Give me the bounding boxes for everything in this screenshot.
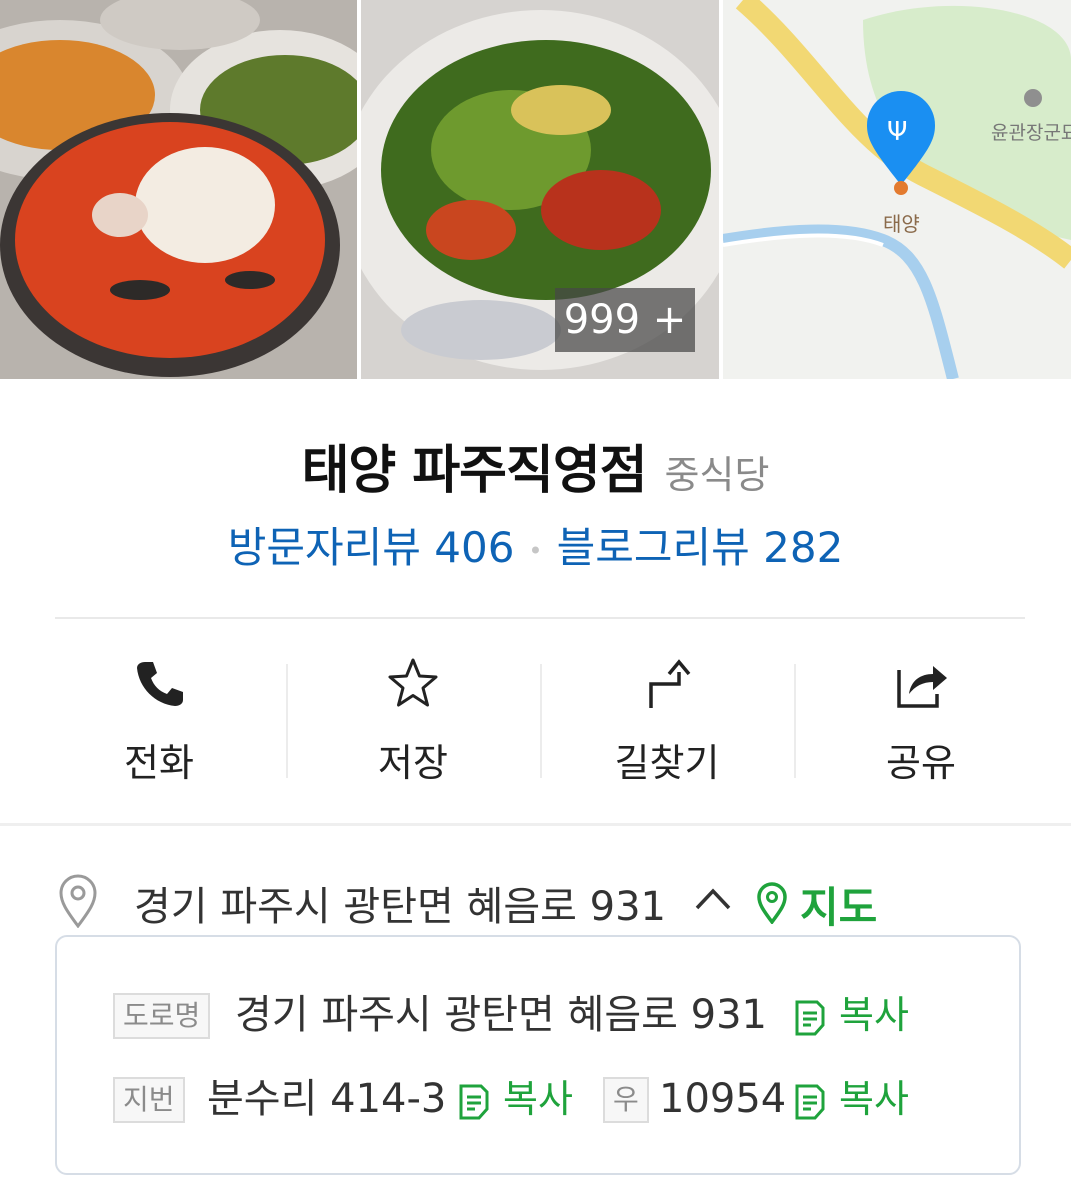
map-landmark-label: 윤관장군묘: [991, 122, 1071, 144]
location-pin-icon: [59, 874, 97, 928]
map-link-label: 지도: [800, 883, 878, 932]
share-button[interactable]: 공유: [794, 640, 1048, 800]
directions-button[interactable]: 길찾기: [540, 640, 794, 800]
address-summary: 경기 파주시 광탄면 혜음로 931: [134, 884, 667, 930]
chevron-up-icon[interactable]: [694, 886, 732, 912]
directions-label: 길찾기: [614, 741, 720, 785]
lot-address-tag: 지번: [113, 1077, 185, 1123]
copy-icon: [795, 1084, 825, 1120]
share-label: 공유: [886, 741, 956, 785]
copy-label: 복사: [503, 1077, 573, 1121]
place-header: 태양 파주직영점 중식당: [0, 428, 1071, 503]
review-separator: •: [528, 536, 543, 565]
copy-label: 복사: [839, 993, 909, 1037]
copy-road-address-button[interactable]: 복사: [793, 987, 923, 1043]
save-label: 저장: [378, 741, 448, 785]
photo-count-badge[interactable]: 999 +: [555, 288, 695, 352]
food-photo-jjamppong[interactable]: [0, 0, 357, 379]
zip-code-tag: 우: [603, 1077, 649, 1123]
save-button[interactable]: 저장: [286, 640, 540, 800]
place-name: 태양 파주직영점: [301, 441, 648, 501]
blog-review-link[interactable]: 블로그리뷰 282: [557, 523, 844, 572]
call-button[interactable]: 전화: [32, 640, 286, 800]
directions-icon: [649, 659, 691, 708]
copy-zip-code-button[interactable]: 복사: [793, 1071, 923, 1127]
action-bar: 전화 저장 길찾기 공유: [32, 640, 1048, 800]
svg-text:Ψ: Ψ: [887, 117, 907, 147]
map-thumbnail[interactable]: Ψ 태양 윤관장군묘: [723, 0, 1071, 379]
copy-icon: [795, 1000, 825, 1036]
copy-lot-address-button[interactable]: 복사: [457, 1071, 587, 1127]
divider: [55, 617, 1025, 619]
lot-address-value: 분수리 414-3: [207, 1076, 447, 1122]
share-icon: [897, 666, 947, 708]
photo-gallery: 999 + Ψ 태양 윤관장군묘: [0, 0, 1071, 379]
visitor-review-link[interactable]: 방문자리뷰 406: [228, 523, 515, 572]
copy-label: 복사: [839, 1077, 909, 1121]
road-address-value: 경기 파주시 광탄면 혜음로 931: [235, 992, 768, 1038]
section-divider: [0, 823, 1071, 826]
review-links: 방문자리뷰 406 • 블로그리뷰 282: [0, 514, 1071, 575]
road-address-tag: 도로명: [113, 993, 211, 1039]
call-label: 전화: [124, 741, 194, 785]
address-row[interactable]: 경기 파주시 광탄면 혜음로 931 지도: [0, 868, 1071, 932]
place-category: 중식당: [664, 453, 770, 497]
zip-code-value: 10954: [659, 1076, 787, 1122]
phone-icon: [137, 662, 183, 706]
food-photo-stirfry[interactable]: 999 +: [361, 0, 719, 379]
copy-icon: [459, 1084, 489, 1120]
star-icon: [388, 658, 438, 707]
map-poi-label: 태양: [883, 212, 920, 236]
map-pin-icon: [757, 882, 787, 924]
address-detail-card: 도로명 경기 파주시 광탄면 혜음로 931 복사 지번 분수리 414-3 복…: [55, 935, 1021, 1175]
